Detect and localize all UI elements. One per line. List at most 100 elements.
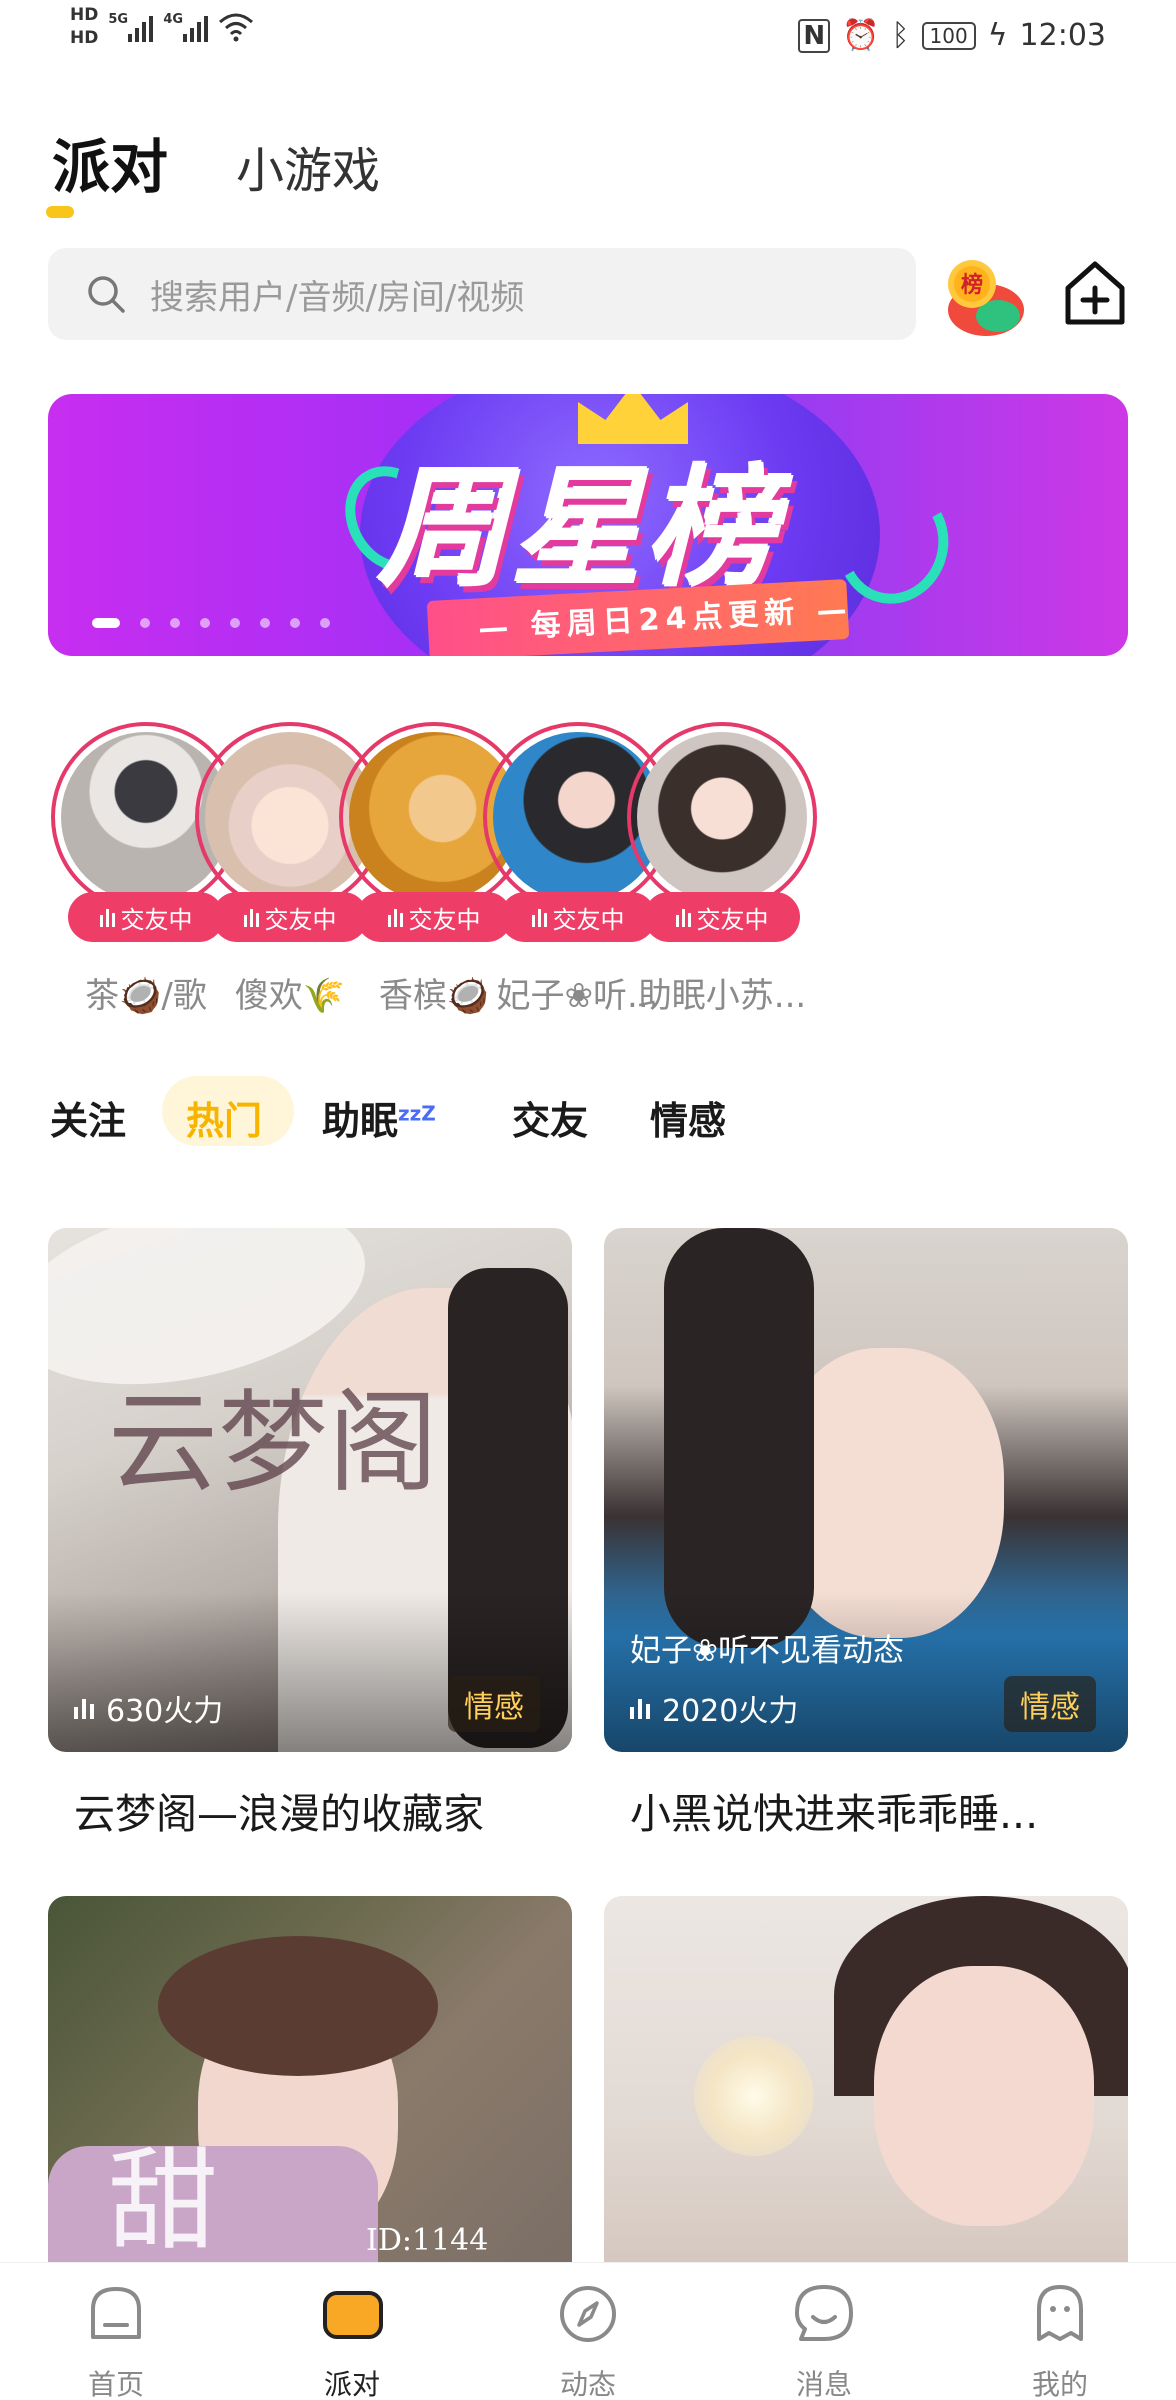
room-title: 云梦阁—浪漫的收藏家 — [74, 1790, 484, 1838]
pagination-dot[interactable] — [200, 618, 210, 628]
banner-title: 周星榜 — [378, 453, 781, 605]
room-id: ID:1144 — [366, 2223, 489, 2258]
pagination-dot[interactable] — [170, 618, 180, 628]
live-user[interactable]: 交友中 助眠小苏... — [624, 722, 820, 1022]
room-title: 小黑说快进来乖乖睡... — [630, 1790, 1039, 1838]
create-room-icon[interactable] — [1062, 258, 1128, 328]
compass-icon — [560, 2286, 616, 2342]
room-card[interactable]: 妃子❀听不见看动态 2020火力 情感 小黑说快进来乖乖睡... — [604, 1228, 1128, 1840]
charging-icon: ϟ — [987, 18, 1008, 53]
pagination-dot[interactable] — [92, 618, 120, 628]
room-cover — [604, 1896, 1128, 2276]
live-status-text: 交友中 — [696, 905, 769, 934]
nav-profile-label: 我的 — [1031, 2368, 1088, 2400]
room-tag: 情感 — [448, 1676, 540, 1732]
status-bar: HD HD 5G 4G N ⏰ ᛒ 100 ϟ 12:03 — [0, 0, 1176, 72]
cover-lamp — [694, 2036, 814, 2156]
alarm-icon: ⏰ — [842, 18, 880, 53]
status-left: HD HD 5G 4G — [70, 6, 254, 48]
room-cover: 云梦阁 630火力 情感 — [48, 1228, 572, 1752]
signal-5g-icon: 5G — [108, 12, 154, 42]
promo-banner[interactable]: 周星榜 — 每周日24点更新 — — [48, 394, 1128, 656]
party-icon — [323, 2291, 383, 2339]
voice-bars-icon — [74, 1697, 94, 1719]
pagination-dot[interactable] — [320, 618, 330, 628]
room-card[interactable]: 甜 ID:1144 — [48, 1896, 572, 2276]
nav-home-label: 首页 — [87, 2368, 144, 2400]
room-card[interactable]: 云梦阁 630火力 情感 云梦阁—浪漫的收藏家 — [48, 1228, 572, 1840]
sim2-label: 4G — [163, 12, 184, 27]
search-placeholder: 搜索用户/音频/房间/视频 — [150, 277, 525, 318]
live-status-text: 交友中 — [408, 905, 481, 934]
top-tabs: 派对 小游戏 — [52, 120, 380, 204]
tab-follow[interactable]: 关注 — [50, 1090, 126, 1145]
room-heat-text: 630火力 — [106, 1694, 224, 1729]
hd-label-1: HD — [70, 5, 99, 25]
room-card[interactable] — [604, 1896, 1128, 2276]
wifi-icon — [219, 13, 254, 42]
tab-indicator — [46, 206, 74, 218]
voice-bars-icon — [387, 907, 403, 927]
voice-bars-icon — [99, 907, 115, 927]
tab-sleep-aid[interactable]: 助眠zzZ — [322, 1090, 436, 1145]
cover-hair — [664, 1228, 814, 1648]
room-tag: 情感 — [1004, 1676, 1096, 1732]
message-icon — [795, 2285, 853, 2341]
live-status-text: 交友中 — [120, 905, 193, 934]
bottom-nav: 首页 派对 动态 消息 我的 — [0, 2262, 1176, 2400]
zzz-icon: zzZ — [398, 1101, 436, 1126]
nav-home[interactable]: 首页 — [56, 2279, 176, 2400]
room-cover: 甜 ID:1144 — [48, 1896, 572, 2276]
live-status-text: 交友中 — [264, 905, 337, 934]
live-status-text: 交友中 — [552, 905, 625, 934]
nav-party[interactable]: 派对 — [292, 2279, 412, 2400]
battery-icon: 100 — [921, 21, 976, 50]
voice-bars-icon — [675, 907, 691, 927]
tab-party[interactable]: 派对 — [52, 120, 168, 204]
banner-pagination — [92, 618, 330, 628]
tab-sleep-aid-label: 助眠 — [322, 1099, 399, 1143]
pagination-dot[interactable] — [140, 618, 150, 628]
sim1-label: 5G — [108, 12, 129, 27]
pagination-dot[interactable] — [260, 618, 270, 628]
live-user-name: 助眠小苏... — [637, 976, 807, 1016]
clock: 12:03 — [1019, 18, 1106, 53]
home-icon — [91, 2287, 141, 2339]
live-users-row: 交友中 茶🥥/歌 交友中 傻欢🌾 交友中 香槟🥥 交友中 妃子❀听... 交友中… — [48, 722, 1138, 1022]
search-icon — [88, 276, 125, 313]
voice-bars-icon — [630, 1697, 650, 1719]
leaderboard-icon[interactable]: 榜 — [936, 248, 1030, 342]
pagination-dot[interactable] — [230, 618, 240, 628]
profile-icon — [1037, 2285, 1083, 2341]
search-input[interactable]: 搜索用户/音频/房间/视频 — [48, 248, 916, 340]
nav-messages-label: 消息 — [795, 2368, 852, 2400]
nfc-icon: N — [798, 18, 831, 53]
tab-make-friends[interactable]: 交友 — [512, 1090, 588, 1145]
room-heat: 630火力 — [74, 1686, 223, 1730]
room-cover: 妃子❀听不见看动态 2020火力 情感 — [604, 1228, 1128, 1752]
pagination-dot[interactable] — [290, 618, 300, 628]
room-heat: 2020火力 — [630, 1686, 798, 1730]
bluetooth-icon: ᛒ — [891, 18, 910, 53]
room-owner: 妃子❀听不见看动态 — [630, 1633, 904, 1669]
nav-party-label: 派对 — [323, 2368, 380, 2400]
nav-messages[interactable]: 消息 — [764, 2279, 884, 2400]
hd-indicator: HD HD — [70, 6, 98, 48]
voice-bars-icon — [531, 907, 547, 927]
avatar-ring — [627, 722, 817, 912]
nav-moments[interactable]: 动态 — [528, 2279, 648, 2400]
live-status-badge: 交友中 — [644, 892, 800, 942]
tab-hot[interactable]: 热门 — [186, 1090, 262, 1145]
tab-emotion[interactable]: 情感 — [650, 1090, 726, 1145]
nav-profile[interactable]: 我的 — [1000, 2279, 1120, 2400]
hd-label-2: HD — [70, 28, 99, 48]
nav-moments-label: 动态 — [559, 2368, 616, 2400]
voice-bars-icon — [243, 907, 259, 927]
cover-art-text: 云梦阁 — [108, 1379, 438, 1507]
tab-mini-games[interactable]: 小游戏 — [236, 131, 380, 201]
rank-badge-text: 榜 — [961, 272, 983, 298]
status-right: N ⏰ ᛒ 100 ϟ 12:03 — [798, 18, 1106, 53]
signal-4g-icon: 4G — [163, 12, 209, 42]
avatar — [637, 732, 807, 902]
room-heat-text: 2020火力 — [662, 1694, 799, 1729]
